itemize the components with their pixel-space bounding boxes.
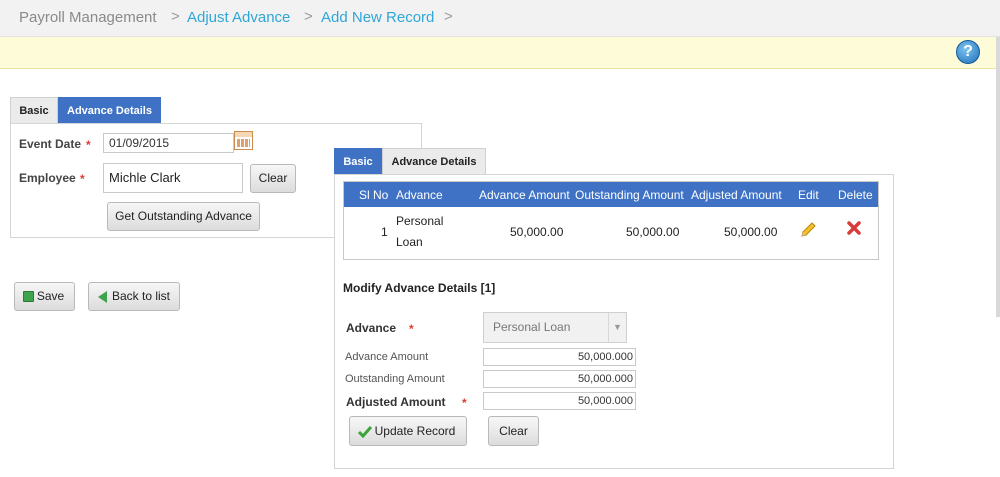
column-edit: Edit	[798, 188, 819, 202]
advance-table: Sl No Advance Advance Amount Outstanding…	[343, 181, 879, 260]
table-row[interactable]: 1 Personal Loan 50,000.00 50,000.00 50,0…	[344, 207, 878, 259]
calendar-icon[interactable]	[234, 131, 253, 150]
back-to-list-button[interactable]: Back to list	[88, 282, 180, 311]
cell-adjusted-amount: 50,000.00	[724, 225, 778, 239]
table-header: Sl No Advance Advance Amount Outstanding…	[344, 182, 878, 207]
edit-pencil-icon[interactable]	[799, 221, 817, 239]
tab-basic[interactable]: Basic	[10, 97, 58, 123]
breadcrumb-separator: >	[444, 8, 453, 25]
scrollbar[interactable]	[996, 37, 1000, 317]
modify-advance-title: Modify Advance Details [1]	[343, 281, 496, 295]
checkmark-icon	[358, 426, 372, 438]
help-icon[interactable]: ?	[956, 40, 980, 64]
event-date-label: Event Date	[19, 137, 82, 151]
advance-select-value: Personal Loan	[493, 320, 571, 334]
update-record-button[interactable]: Update Record	[349, 416, 467, 446]
back-to-list-label: Back to list	[111, 289, 171, 303]
delete-x-icon[interactable]	[846, 220, 862, 236]
event-date-input[interactable]: 01/09/2015	[103, 133, 234, 153]
cell-outstanding-amount: 50,000.00	[626, 225, 680, 239]
required-mark: *	[86, 138, 91, 152]
advance-label: Advance	[346, 321, 397, 335]
required-mark: *	[80, 172, 85, 186]
column-outstanding-amount: Outstanding Amount	[575, 188, 684, 202]
breadcrumb-separator: >	[304, 8, 313, 25]
required-mark: *	[409, 322, 414, 336]
cell-advance-line1: Personal	[396, 214, 444, 228]
advance-amount-label: Advance Amount	[345, 351, 429, 363]
chevron-down-icon: ▼	[608, 313, 626, 342]
cell-sl-no: 1	[381, 225, 388, 239]
details-tab-basic[interactable]: Basic	[334, 148, 382, 174]
column-adjusted-amount: Adjusted Amount	[691, 188, 782, 202]
notice-bar: ?	[0, 37, 996, 69]
column-delete: Delete	[838, 188, 873, 202]
column-advance-amount: Advance Amount	[479, 188, 570, 202]
details-tab-advance-details[interactable]: Advance Details	[382, 148, 486, 174]
clear-details-button[interactable]: Clear	[488, 416, 539, 446]
employee-label: Employee	[19, 171, 76, 185]
tab-advance-details[interactable]: Advance Details	[58, 97, 161, 123]
breadcrumb-bar: Payroll Management > Adjust Advance > Ad…	[0, 0, 1000, 37]
breadcrumb-adjust-advance[interactable]: Adjust Advance	[187, 9, 290, 26]
back-arrow-icon	[98, 291, 107, 303]
save-icon	[23, 291, 34, 302]
cell-advance-amount: 50,000.00	[510, 225, 564, 239]
update-record-label: Update Record	[374, 424, 456, 438]
breadcrumb-home[interactable]: Payroll Management	[19, 9, 157, 26]
save-button-label: Save	[36, 289, 65, 303]
advance-amount-field[interactable]: 50,000.000	[483, 348, 636, 366]
advance-select[interactable]: Personal Loan ▼	[483, 312, 627, 343]
outstanding-amount-label: Outstanding Amount	[345, 373, 445, 385]
breadcrumb-add-new-record[interactable]: Add New Record	[321, 9, 434, 26]
adjusted-amount-label: Adjusted Amount	[346, 395, 446, 409]
clear-employee-button[interactable]: Clear	[250, 164, 296, 193]
get-outstanding-advance-button[interactable]: Get Outstanding Advance	[107, 202, 260, 231]
cell-advance-line2: Loan	[396, 235, 423, 249]
outstanding-amount-field[interactable]: 50,000.000	[483, 370, 636, 388]
breadcrumb-separator: >	[171, 8, 180, 25]
adjusted-amount-field[interactable]: 50,000.000	[483, 392, 636, 410]
column-advance: Advance	[396, 188, 443, 202]
employee-input[interactable]: Michle Clark	[103, 163, 243, 193]
save-button[interactable]: Save	[14, 282, 75, 311]
column-sl-no: Sl No	[359, 188, 389, 202]
required-mark: *	[462, 396, 467, 410]
